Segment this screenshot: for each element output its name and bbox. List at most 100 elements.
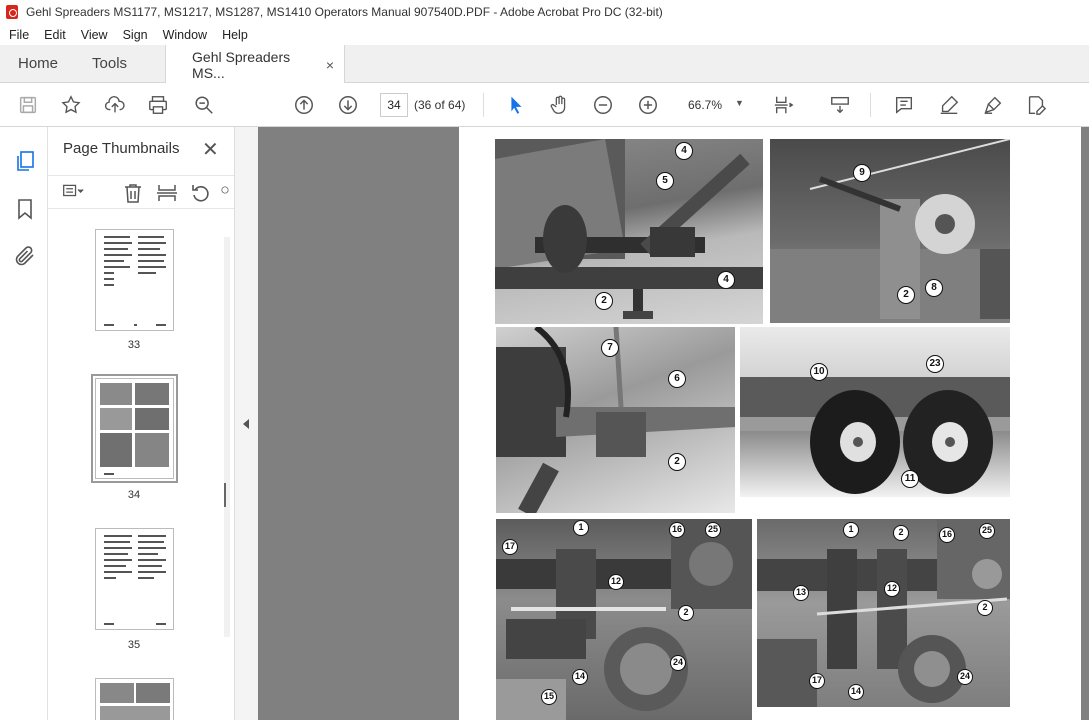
photo-control-dial: 9 2 8 [770,139,1010,323]
zoom-in-icon[interactable] [636,93,660,117]
thumbnail-tools [48,175,234,209]
main-toolbar: 34 (36 of 64) 66.7% ▼ [0,83,1089,127]
part-callout: 10 [810,363,828,381]
tab-home[interactable]: Home [0,45,76,82]
thumbnail-scrollbar-thumb[interactable] [224,483,226,507]
thumbnail-list: 33 34 35 [48,210,234,720]
menu-edit[interactable]: Edit [35,28,72,42]
close-tab-icon[interactable]: × [326,57,334,73]
page-thumbnails-icon[interactable] [13,149,37,173]
pdf-page: 4 5 2 4 9 2 8 7 6 2 10 23 11 17 1 16 25 … [459,127,1081,720]
delete-page-icon[interactable] [122,182,144,204]
scroll-icon[interactable] [828,93,852,117]
part-callout: 6 [668,370,686,388]
window-title: Gehl Spreaders MS1177, MS1217, MS1287, M… [26,5,663,19]
bookmark-icon[interactable] [13,197,37,221]
zoom-search-icon[interactable] [192,93,216,117]
close-panel-icon[interactable]: ✕ [202,137,219,162]
part-callout: 15 [541,689,557,705]
attachment-icon[interactable] [13,244,37,268]
page-thumbnail-label: 35 [127,639,141,651]
photo-tandem-wheels: 10 23 11 [740,327,1010,497]
part-callout: 2 [893,525,909,541]
part-callout: 25 [705,522,721,538]
prev-page-icon[interactable] [292,93,316,117]
edit-pdf-icon[interactable] [1024,93,1048,117]
part-callout: 17 [809,673,825,689]
highlight-icon[interactable] [937,93,961,117]
part-callout: 7 [601,339,619,357]
title-bar: Gehl Spreaders MS1177, MS1217, MS1287, M… [0,0,1089,24]
collapse-panel-icon[interactable] [243,419,249,429]
zoom-level[interactable]: 66.7% [688,98,722,112]
part-callout: 16 [939,527,955,543]
page-thumbnail[interactable] [95,229,174,331]
zoom-dropdown-icon[interactable]: ▼ [735,98,744,108]
page-number-input[interactable]: 34 [380,93,408,117]
page-thumbnail[interactable] [95,528,174,630]
part-callout: 12 [608,574,624,590]
part-callout: 14 [848,684,864,700]
menu-help[interactable]: Help [213,28,254,42]
part-callout: 14 [572,669,588,685]
photo-tongue-jack: 4 5 2 4 [495,139,763,324]
thumbnail-scrollbar[interactable] [224,237,230,637]
photo-drive-chains-right: 1 2 16 25 13 12 2 17 14 24 [757,519,1010,707]
tab-bar: Home Tools Gehl Spreaders MS... × [0,45,1089,84]
menu-file[interactable]: File [0,28,35,42]
part-callout: 11 [901,470,919,488]
bookmark-star-icon[interactable] [59,93,83,117]
save-icon[interactable] [16,93,40,117]
page-thumbnail-label: 34 [127,489,141,501]
document-viewport[interactable]: 4 5 2 4 9 2 8 7 6 2 10 23 11 17 1 16 25 … [258,127,1089,720]
part-callout: 4 [675,142,693,160]
thumbnail-options-icon[interactable] [62,182,84,204]
part-callout: 17 [502,539,518,555]
panel-title: Page Thumbnails [63,140,180,157]
more-tools-icon[interactable] [220,182,230,204]
part-callout: 13 [793,585,809,601]
tab-tools-label: Tools [92,55,128,72]
thumbnails-panel: Page Thumbnails ✕ 33 34 35 [48,127,234,720]
comment-icon[interactable] [892,93,916,117]
sign-icon[interactable] [981,93,1005,117]
upload-icon[interactable] [103,93,127,117]
part-callout: 1 [573,520,589,536]
part-callout: 24 [670,655,686,671]
menu-bar: File Edit View Sign Window Help [0,24,1089,45]
part-callout: 24 [957,669,973,685]
page-thumbnail[interactable] [95,678,174,720]
part-callout: 25 [979,523,995,539]
part-callout: 1 [843,522,859,538]
tab-document[interactable]: Gehl Spreaders MS... × [165,45,346,84]
part-callout: 2 [668,453,686,471]
next-page-icon[interactable] [336,93,360,117]
tab-tools[interactable]: Tools [76,45,145,82]
navigation-rail [0,127,48,720]
select-arrow-icon[interactable] [504,93,528,117]
rotate-page-icon[interactable] [190,182,212,204]
menu-window[interactable]: Window [154,28,213,42]
tab-home-label: Home [18,55,59,72]
part-callout: 12 [884,581,900,597]
acrobat-pdf-icon [6,5,18,19]
part-callout: 2 [678,605,694,621]
part-callout: 2 [897,286,915,304]
part-callout: 2 [977,600,993,616]
panel-splitter[interactable] [234,127,258,720]
page-thumbnail-selected[interactable] [91,374,178,483]
page-layout-icon[interactable] [772,93,796,117]
page-count: (36 of 64) [414,98,466,112]
part-callout: 16 [669,522,685,538]
menu-view[interactable]: View [72,28,114,42]
extract-page-icon[interactable] [156,182,178,204]
zoom-out-icon[interactable] [591,93,615,117]
hand-icon[interactable] [548,93,572,117]
part-callout: 2 [595,292,613,310]
part-callout: 4 [717,271,735,289]
part-callout: 5 [656,172,674,190]
photo-hitch-joint: 7 6 2 [496,327,735,513]
part-callout: 8 [925,279,943,297]
menu-sign[interactable]: Sign [114,28,154,42]
print-icon[interactable] [146,93,170,117]
